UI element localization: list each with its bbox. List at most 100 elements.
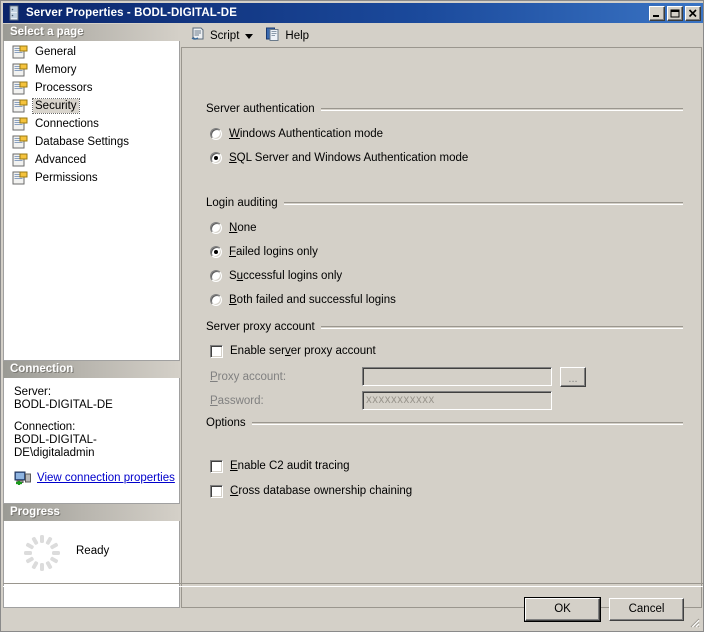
toolbar: Script Help — [181, 24, 702, 47]
proxy-account-input[interactable] — [362, 367, 552, 386]
radio-icon[interactable] — [210, 152, 222, 164]
maximize-button[interactable] — [667, 5, 683, 21]
minimize-button[interactable] — [649, 5, 665, 21]
page-icon — [12, 45, 28, 59]
radio-label: Both failed and successful logins — [229, 294, 396, 306]
left-panel: Select a page General Memory Processors — [3, 24, 180, 608]
sidebar-item-label: Memory — [35, 64, 77, 76]
radio-none[interactable]: None — [210, 220, 683, 236]
server-icon — [6, 5, 22, 21]
computer-icon — [14, 470, 32, 486]
chevron-down-icon[interactable] — [245, 30, 257, 42]
radio-icon[interactable] — [210, 128, 222, 140]
radio-icon[interactable] — [210, 246, 222, 258]
spinner-icon — [22, 533, 62, 573]
radio-both-failed-and-successful-logins[interactable]: Both failed and successful logins — [210, 292, 683, 308]
radio-label-rest: QL Server and Windows Authentication mod… — [236, 152, 469, 164]
connection-value: BODL-DIGITAL-DE\digitaladmin — [14, 434, 97, 459]
help-label: Help — [285, 29, 310, 42]
password-row: Password: xxxxxxxxxxx — [210, 390, 683, 411]
checkbox-enable-server-proxy-account[interactable]: Enable server proxy account — [210, 343, 683, 359]
server-properties-dialog: Server Properties - BODL-DIGITAL-DE Sele… — [0, 0, 704, 632]
checkbox-label-pre: Enable ser — [230, 345, 285, 357]
checkbox-label: Enable server proxy account — [230, 345, 376, 357]
sidebar-item-advanced[interactable]: Advanced — [4, 152, 179, 168]
checkbox-cross-database-ownership-chaining[interactable]: Cross database ownership chaining — [210, 483, 683, 499]
sidebar-item-database-settings[interactable]: Database Settings — [4, 134, 179, 150]
radio-icon[interactable] — [210, 222, 222, 234]
checkbox-icon[interactable] — [210, 459, 223, 473]
page-icon — [12, 81, 28, 95]
radio-icon[interactable] — [210, 294, 222, 306]
sidebar-item-label: Advanced — [35, 154, 87, 166]
radio-label: None — [229, 222, 257, 234]
progress-header: Progress — [3, 504, 180, 521]
options-group: Options Enable C2 audit tracing Cross da… — [206, 416, 683, 499]
server-authentication-group: Server authentication Windows Authentica… — [206, 102, 683, 166]
footer-divider — [3, 583, 703, 587]
checkbox-label: Enable C2 audit tracing — [230, 460, 350, 472]
password-label: Password: — [210, 394, 264, 407]
window-title: Server Properties - BODL-DIGITAL-DE — [26, 7, 237, 19]
login-auditing-group: Login auditing None Failed logins only S… — [206, 196, 683, 308]
group-header: Server authentication — [206, 102, 683, 116]
page-icon — [12, 171, 28, 185]
progress-info: Ready — [3, 521, 180, 608]
radio-label-pre: S — [229, 270, 237, 282]
connection-info: Server: BODL-DIGITAL-DE Connection: BODL… — [3, 378, 180, 504]
group-title: Options — [206, 417, 246, 429]
server-label: Server: — [14, 386, 52, 398]
radio-label: Windows Authentication mode — [229, 128, 384, 140]
sidebar-item-label: Database Settings — [35, 136, 129, 148]
connection-header: Connection — [3, 361, 180, 378]
sidebar-item-memory[interactable]: Memory — [4, 62, 179, 78]
title-bar[interactable]: Server Properties - BODL-DIGITAL-DE — [3, 3, 703, 23]
sidebar-item-label: Connections — [35, 118, 99, 130]
checkbox-label-rest: nable C2 audit tracing — [237, 460, 350, 472]
proxy-account-label: Proxy account: — [210, 370, 287, 383]
proxy-account-label-rest: roxy account: — [217, 370, 287, 383]
browse-button[interactable]: ... — [560, 366, 586, 387]
radio-label-rest: ccessful logins only — [243, 270, 343, 282]
script-icon — [190, 26, 210, 45]
sidebar-item-permissions[interactable]: Permissions — [4, 170, 179, 186]
help-button[interactable]: Help — [261, 26, 313, 46]
page-icon — [12, 153, 28, 167]
page-icon — [12, 99, 28, 113]
checkbox-label-rest: ross database ownership chaining — [238, 485, 413, 497]
group-header: Login auditing — [206, 196, 683, 210]
script-button[interactable]: Script — [186, 26, 261, 46]
select-a-page-header: Select a page — [3, 24, 180, 41]
checkbox-icon[interactable] — [210, 344, 223, 358]
password-label-rest: assword: — [217, 394, 264, 407]
progress-status: Ready — [76, 545, 110, 557]
view-connection-properties-row[interactable]: View connection properties — [14, 470, 175, 486]
sidebar-item-connections[interactable]: Connections — [4, 116, 179, 132]
radio-sql-and-windows-authentication[interactable]: SQL Server and Windows Authentication mo… — [210, 150, 683, 166]
page-list[interactable]: General Memory Processors Security Conne… — [3, 41, 180, 361]
server-proxy-account-group: Server proxy account Enable server proxy… — [206, 320, 683, 411]
radio-failed-logins-only[interactable]: Failed logins only — [210, 244, 683, 260]
sidebar-item-general[interactable]: General — [4, 44, 179, 60]
script-label: Script — [210, 29, 240, 42]
checkbox-enable-c2-audit-tracing[interactable]: Enable C2 audit tracing — [210, 458, 683, 474]
ok-button[interactable]: OK — [524, 597, 601, 622]
sidebar-item-processors[interactable]: Processors — [4, 80, 179, 96]
resize-grip[interactable] — [686, 614, 700, 628]
close-button[interactable] — [685, 5, 701, 21]
group-divider — [320, 325, 683, 329]
view-connection-properties-link[interactable]: View connection properties — [37, 472, 175, 485]
sidebar-item-security[interactable]: Security — [4, 98, 179, 114]
radio-icon[interactable] — [210, 270, 222, 282]
page-icon — [12, 63, 28, 77]
cancel-button[interactable]: Cancel — [609, 598, 684, 621]
group-divider — [283, 201, 683, 205]
main-area: Script Help Server authentication Window… — [181, 24, 702, 608]
sidebar-item-label: Processors — [35, 82, 93, 94]
checkbox-icon[interactable] — [210, 484, 223, 498]
radio-windows-authentication[interactable]: Windows Authentication mode — [210, 126, 683, 142]
group-divider — [320, 107, 683, 111]
radio-successful-logins-only[interactable]: Successful logins only — [210, 268, 683, 284]
password-input[interactable]: xxxxxxxxxxx — [362, 391, 552, 410]
